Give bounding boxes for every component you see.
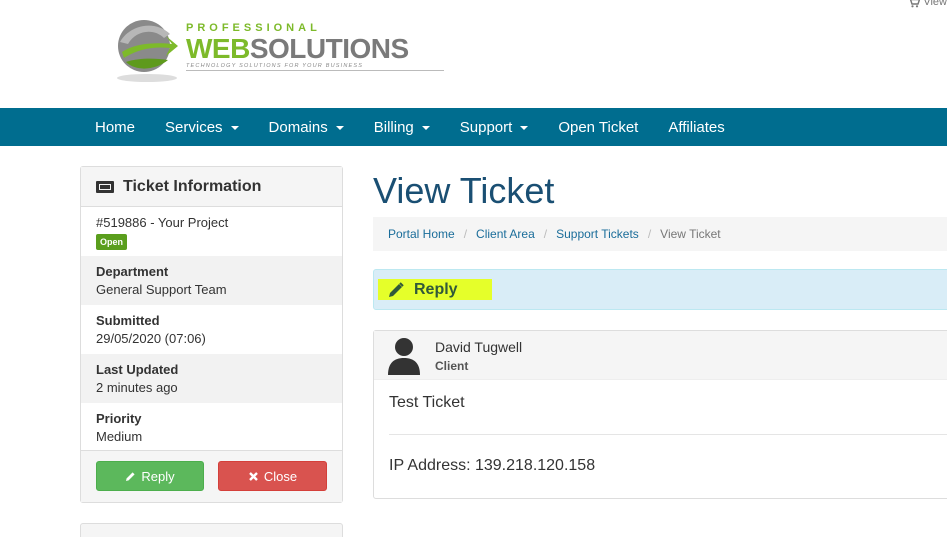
close-icon [249, 471, 258, 481]
pencil-icon [389, 281, 404, 297]
submitted-row: Submitted 29/05/2020 (07:06) [81, 305, 342, 354]
main-nav: Home Services Domains Billing Support Op… [0, 108, 947, 146]
logo-globe-icon [117, 20, 178, 82]
user-icon [388, 338, 420, 375]
breadcrumb-separator: / [647, 227, 652, 241]
breadcrumb-support-tickets[interactable]: Support Tickets [556, 227, 639, 241]
breadcrumb-client-area[interactable]: Client Area [476, 227, 535, 241]
caret-down-icon [421, 126, 430, 130]
message-ip-address: IP Address: 139.218.120.158 [389, 457, 596, 474]
nav-services[interactable]: Services [150, 108, 254, 146]
cart-icon [910, 0, 921, 7]
nav-affiliates[interactable]: Affiliates [653, 108, 739, 146]
updated-row: Last Updated 2 minutes ago [81, 354, 342, 403]
submitted-value: 29/05/2020 (07:06) [96, 331, 206, 346]
site-logo[interactable]: PROFESSIONAL WEBSOLUTIONS TECHNOLOGY SOL… [112, 14, 452, 86]
cart-label: View [923, 0, 947, 8]
secondary-panel [80, 523, 343, 537]
panel-header: Ticket Information [81, 167, 342, 207]
cart-link[interactable]: View [908, 0, 947, 8]
priority-label: Priority [96, 411, 142, 426]
caret-down-icon [230, 126, 239, 130]
reply-label: Reply [414, 280, 458, 298]
logo-tagline: TECHNOLOGY SOLUTIONS FOR YOUR BUSINESS [186, 63, 364, 69]
breadcrumb-portal-home[interactable]: Portal Home [388, 227, 455, 241]
panel-footer: Reply Close [81, 450, 342, 502]
nav-billing[interactable]: Billing [359, 108, 445, 146]
pencil-icon [126, 471, 135, 481]
updated-value: 2 minutes ago [96, 380, 178, 395]
caret-down-icon [520, 126, 529, 130]
logo-rule [186, 70, 444, 71]
nav-open-ticket[interactable]: Open Ticket [543, 108, 653, 146]
breadcrumb-current: View Ticket [660, 227, 721, 241]
nav-support[interactable]: Support [445, 108, 544, 146]
priority-value: Medium [96, 429, 143, 444]
message-divider [389, 434, 947, 435]
ticket-icon [96, 180, 114, 193]
updated-label: Last Updated [96, 362, 179, 377]
ticket-reference: #519886 - Your Project [96, 215, 229, 230]
site-header: View PROFESSIONAL WEBSOLUTIONS TECHNOLOG… [0, 0, 947, 108]
department-row: Department General Support Team [81, 256, 342, 305]
priority-row: Priority Medium [81, 403, 342, 452]
page-title: View Ticket [373, 170, 555, 211]
reply-toggle-bar[interactable]: Reply [373, 269, 947, 310]
nav-home[interactable]: Home [80, 108, 150, 146]
logo-wordmark: WEBSOLUTIONS [186, 33, 409, 64]
department-label: Department [96, 264, 169, 279]
department-value: General Support Team [96, 282, 227, 297]
reply-toggle[interactable]: Reply [388, 279, 458, 300]
message-role: Client [435, 359, 469, 373]
reply-button[interactable]: Reply [96, 461, 204, 491]
panel-title: Ticket Information [123, 177, 262, 195]
message-author: David Tugwell [435, 339, 523, 355]
message-header: David Tugwell Client [374, 331, 947, 380]
ticket-message: David Tugwell Client Test Ticket IP Addr… [373, 330, 947, 499]
breadcrumb: Portal Home / Client Area / Support Tick… [373, 217, 947, 251]
status-badge: Open [96, 234, 128, 250]
breadcrumb-separator: / [463, 227, 468, 241]
submitted-label: Submitted [96, 313, 160, 328]
close-button[interactable]: Close [218, 461, 327, 491]
breadcrumb-separator: / [543, 227, 548, 241]
ticket-information-panel: Ticket Information #519886 - Your Projec… [80, 166, 343, 503]
message-body: Test Ticket [389, 394, 465, 411]
nav-domains[interactable]: Domains [254, 108, 359, 146]
caret-down-icon [335, 126, 344, 130]
ticket-ref-row: #519886 - Your Project Open [81, 207, 342, 256]
